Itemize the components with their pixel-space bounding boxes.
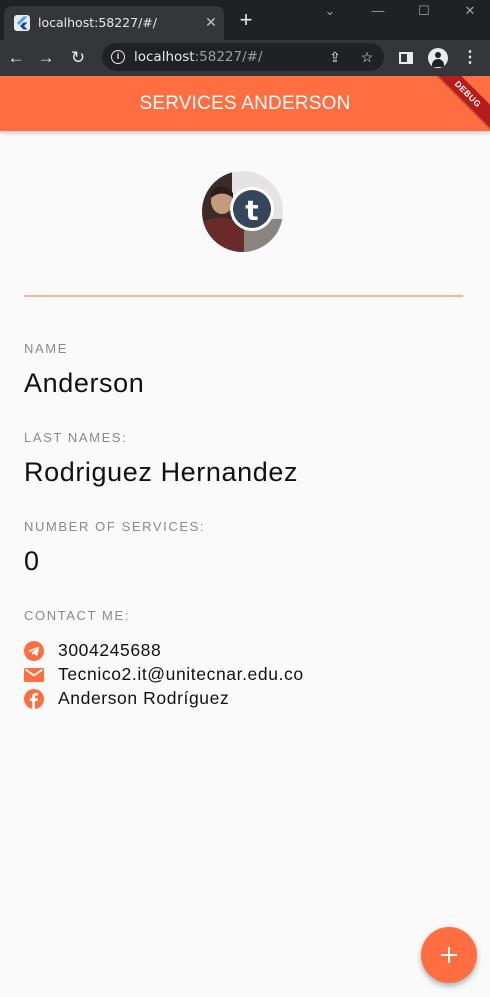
add-service-button[interactable] [421, 927, 477, 983]
plus-icon[interactable]: + [234, 9, 258, 33]
contact-email[interactable]: Tecnico2.it@unitecnar.edu.co [24, 664, 444, 686]
flutter-favicon-icon [14, 15, 30, 31]
tab-title: localhost:58227/#/ [38, 15, 157, 30]
info-icon[interactable]: i [111, 50, 125, 64]
kebab-menu-icon[interactable]: ⋮ [460, 48, 480, 68]
browser-toolbar: ← → ↻ i localhost:58227/#/ ⇪ ☆ ⋮ [0, 40, 490, 76]
services-count: 0 [24, 546, 40, 576]
browser-tab-bar: localhost:58227/#/ ✕ + ⌄ — ☐ ✕ [0, 0, 490, 40]
browser-tab[interactable]: localhost:58227/#/ ✕ [4, 6, 224, 40]
name-value: Anderson [24, 368, 145, 398]
page-title: SERVICES ANDERSON [139, 93, 351, 114]
contact-facebook[interactable]: Anderson Rodríguez [24, 688, 444, 710]
forward-arrow-icon[interactable]: → [34, 46, 58, 70]
window-close-icon[interactable]: ✕ [450, 2, 490, 24]
last-names-value: Rodriguez Hernandez [24, 457, 299, 487]
back-arrow-icon[interactable]: ← [4, 46, 28, 70]
last-names-label: LAST NAMES: [24, 430, 128, 445]
phone-number: 3004245688 [58, 640, 162, 660]
share-icon[interactable]: ⇪ [326, 48, 344, 66]
telegram-icon [24, 641, 44, 661]
star-icon[interactable]: ☆ [358, 48, 376, 66]
avatar: t [202, 171, 283, 252]
app-bar: SERVICES ANDERSON DEBUG [0, 76, 490, 131]
reload-icon[interactable]: ↻ [66, 46, 90, 70]
side-panel-icon[interactable] [396, 48, 416, 68]
email-icon [24, 668, 44, 682]
svg-text:t: t [245, 194, 258, 227]
url-text[interactable]: localhost:58227/#/ [134, 49, 263, 65]
contact-label: CONTACT ME: [24, 608, 130, 623]
divider [24, 295, 463, 297]
email-address: Tecnico2.it@unitecnar.edu.co [58, 664, 304, 684]
profile-icon[interactable] [428, 48, 448, 68]
close-icon[interactable]: ✕ [202, 13, 220, 31]
maximize-icon[interactable]: ☐ [404, 2, 444, 24]
facebook-name: Anderson Rodríguez [58, 688, 230, 708]
minimize-icon[interactable]: — [358, 2, 398, 24]
address-bar[interactable]: i localhost:58227/#/ ⇪ ☆ [102, 43, 384, 71]
chevron-down-icon[interactable]: ⌄ [310, 2, 350, 24]
contact-telegram[interactable]: 3004245688 [24, 640, 444, 662]
services-label: NUMBER OF SERVICES: [24, 519, 206, 534]
name-label: NAME [24, 341, 68, 356]
facebook-icon [24, 689, 44, 709]
